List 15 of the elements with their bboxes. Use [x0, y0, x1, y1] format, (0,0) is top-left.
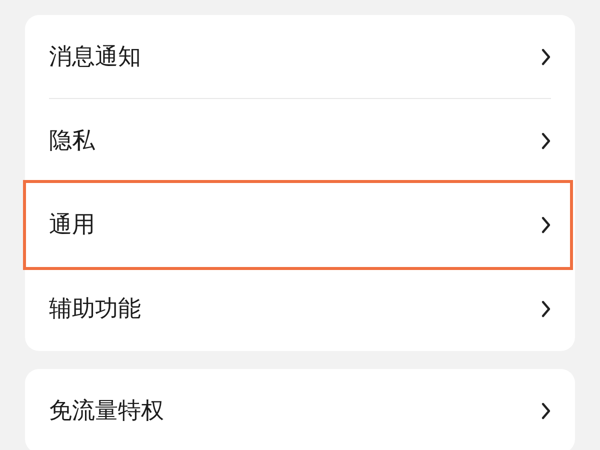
settings-row[interactable]: 免流量特权: [25, 369, 575, 450]
chevron-right-icon: [541, 132, 551, 150]
chevron-right-icon: [541, 216, 551, 234]
row-label: 消息通知: [49, 42, 141, 72]
chevron-right-icon: [541, 300, 551, 318]
chevron-right-icon: [541, 48, 551, 66]
row-label: 免流量特权: [49, 396, 164, 426]
settings-row[interactable]: 通用: [25, 183, 575, 267]
settings-row[interactable]: 消息通知: [25, 15, 575, 99]
settings-row[interactable]: 隐私: [25, 99, 575, 183]
row-label: 隐私: [49, 126, 95, 156]
chevron-right-icon: [541, 402, 551, 420]
row-label: 通用: [49, 210, 95, 240]
row-label: 辅助功能: [49, 294, 141, 324]
settings-row[interactable]: 辅助功能: [25, 267, 575, 351]
